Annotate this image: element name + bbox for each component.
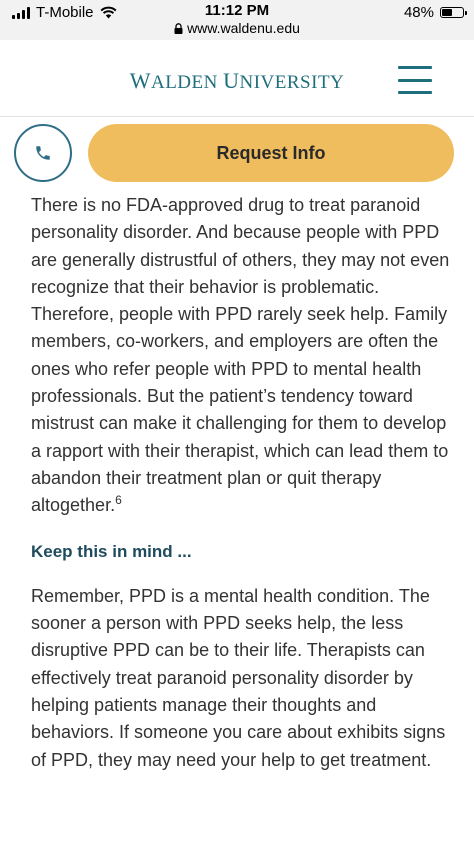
site-header: WALDEN UNIVERSITY <box>0 40 474 117</box>
battery-percent: 48% <box>403 4 434 21</box>
clock-time: 11:12 PM <box>204 2 270 19</box>
hamburger-menu-icon[interactable] <box>398 66 432 94</box>
battery-fill <box>442 9 452 16</box>
paragraph-remember: Remember, PPD is a mental health conditi… <box>31 585 446 770</box>
request-info-button[interactable]: Request Info <box>88 124 454 182</box>
address-bar[interactable]: www.waldenu.edu <box>0 20 474 37</box>
paragraph-treatment: There is no FDA-approved drug to treat p… <box>31 195 450 516</box>
status-right: 48% <box>403 4 467 21</box>
footnote-link[interactable]: 6 <box>115 493 122 507</box>
status-bar: T-Mobile 11:12 PM www.waldenu.edu 48% <box>0 0 474 40</box>
phone-icon <box>36 146 50 160</box>
article-body: There is no FDA-approved drug to treat p… <box>31 192 451 774</box>
call-button[interactable] <box>14 124 72 182</box>
url-text: www.waldenu.edu <box>187 20 300 36</box>
status-center: 11:12 PM www.waldenu.edu <box>0 2 474 37</box>
lock-icon <box>174 23 183 34</box>
section-heading: Keep this in mind ... <box>31 541 192 561</box>
battery-icon <box>440 7 467 18</box>
